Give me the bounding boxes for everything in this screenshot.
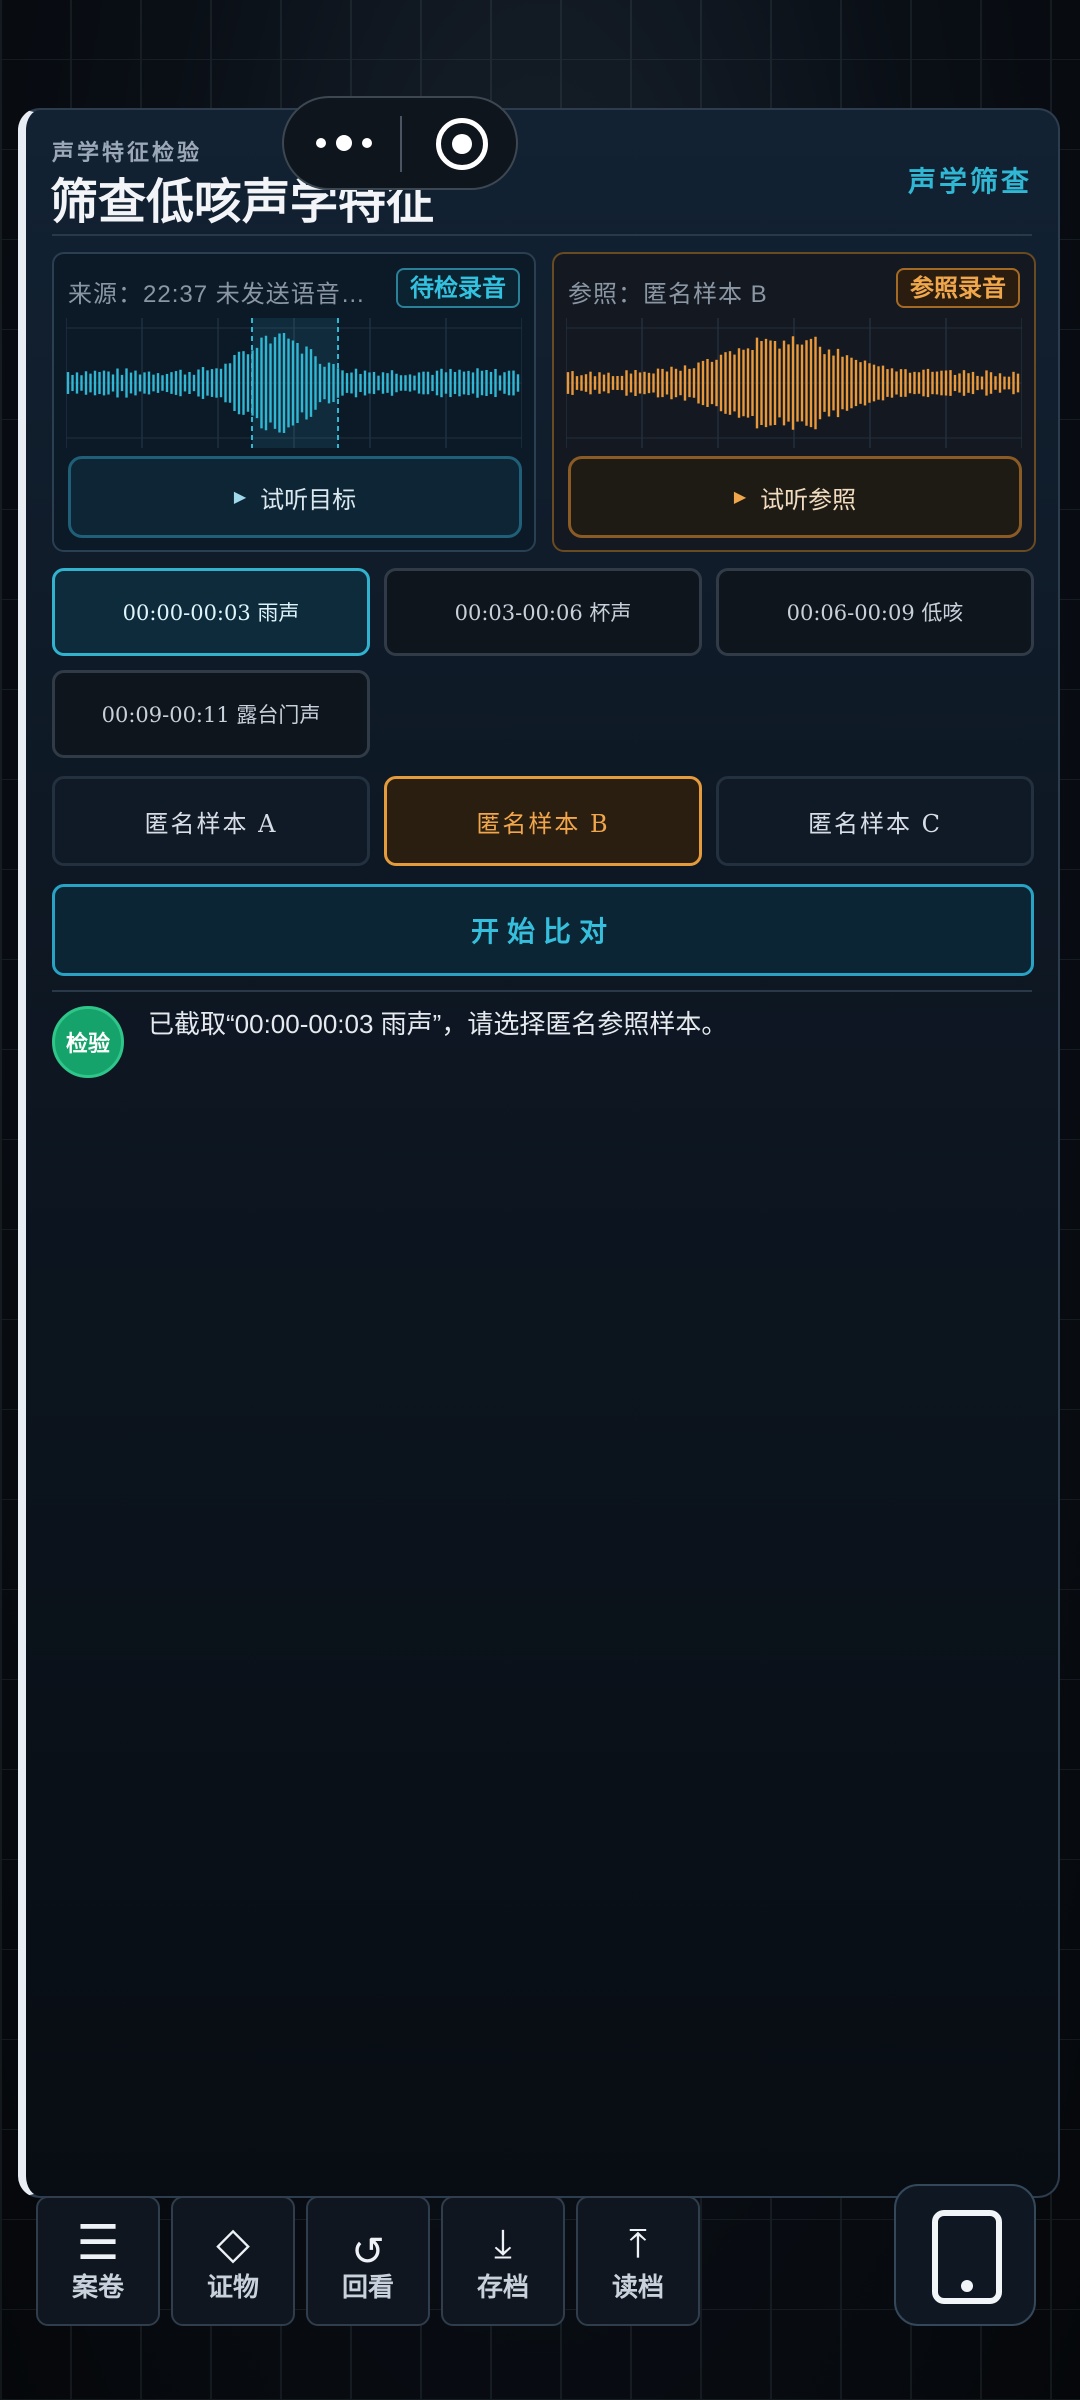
status-message: 已截取“00:00-00:03 雨声”，请选择匿名参照样本。 <box>148 1009 728 1039</box>
reference-source-label: 参照：匿名样本 B <box>568 281 768 308</box>
status-chip: 检验 <box>52 1006 124 1078</box>
reference-waveform <box>566 318 1022 448</box>
mode-tag: 声学筛查 <box>907 166 1032 197</box>
target-source-label: 来源：22:37 未发送语音 … <box>68 281 368 308</box>
nav-label: 证物 <box>206 2272 259 2302</box>
nav-label: 案卷 <box>71 2272 124 2302</box>
nav-label: 存档 <box>476 2272 529 2302</box>
load-icon: ⤒ <box>629 2222 647 2266</box>
target-waveform[interactable] <box>66 318 522 448</box>
menu-icon: ☰ <box>76 2217 120 2270</box>
target-recording-card: 来源：22:37 未发送语音 … 待检录音 ▶ 试听目标 <box>52 252 536 552</box>
target-badge: 待检录音 <box>396 268 520 308</box>
play-target-button[interactable]: ▶ 试听目标 <box>68 456 522 538</box>
nav-load-button[interactable]: ⤒ 读档 <box>576 2196 700 2326</box>
play-target-label: 试听目标 <box>260 486 357 514</box>
nav-label: 回看 <box>341 2272 394 2302</box>
nav-label: 读档 <box>611 2272 664 2302</box>
nav-case-file-button[interactable]: ☰ 案卷 <box>36 2196 160 2326</box>
phone-icon <box>932 2210 1002 2304</box>
segment-button-2[interactable]: 00:03-00:06 杯声 <box>384 568 702 656</box>
nav-evidence-button[interactable]: ◇ 证物 <box>171 2196 295 2326</box>
close-miniprogram-icon[interactable] <box>436 118 488 170</box>
more-icon[interactable] <box>316 128 372 158</box>
sample-button-a[interactable]: 匿名样本 A <box>52 776 370 866</box>
segment-button-3[interactable]: 00:06-00:09 低咳 <box>716 568 1034 656</box>
status-divider <box>52 990 1032 992</box>
header-divider <box>52 234 1032 236</box>
sample-button-b[interactable]: 匿名样本 B <box>384 776 702 866</box>
play-icon: ▶ <box>233 489 247 506</box>
start-compare-button[interactable]: 开始比对 <box>52 884 1034 976</box>
mini-program-capsule <box>282 96 518 190</box>
sample-button-c[interactable]: 匿名样本 C <box>716 776 1034 866</box>
segment-button-1[interactable]: 00:00-00:03 雨声 <box>52 568 370 656</box>
capsule-divider <box>400 116 402 172</box>
segment-button-4[interactable]: 00:09-00:11 露台门声 <box>52 670 370 758</box>
nav-replay-button[interactable]: ↺ 回看 <box>306 2196 430 2326</box>
play-icon: ▶ <box>733 489 747 506</box>
play-reference-label: 试听参照 <box>760 486 857 514</box>
play-reference-button[interactable]: ▶ 试听参照 <box>568 456 1022 538</box>
diamond-icon: ◇ <box>216 2219 250 2268</box>
nav-save-button[interactable]: ⤓ 存档 <box>441 2196 565 2326</box>
reference-badge: 参照录音 <box>896 268 1020 308</box>
phone-button[interactable] <box>894 2184 1036 2326</box>
reference-recording-card: 参照：匿名样本 B 参照录音 ▶ 试听参照 <box>552 252 1036 552</box>
save-icon: ⤓ <box>494 2222 512 2266</box>
